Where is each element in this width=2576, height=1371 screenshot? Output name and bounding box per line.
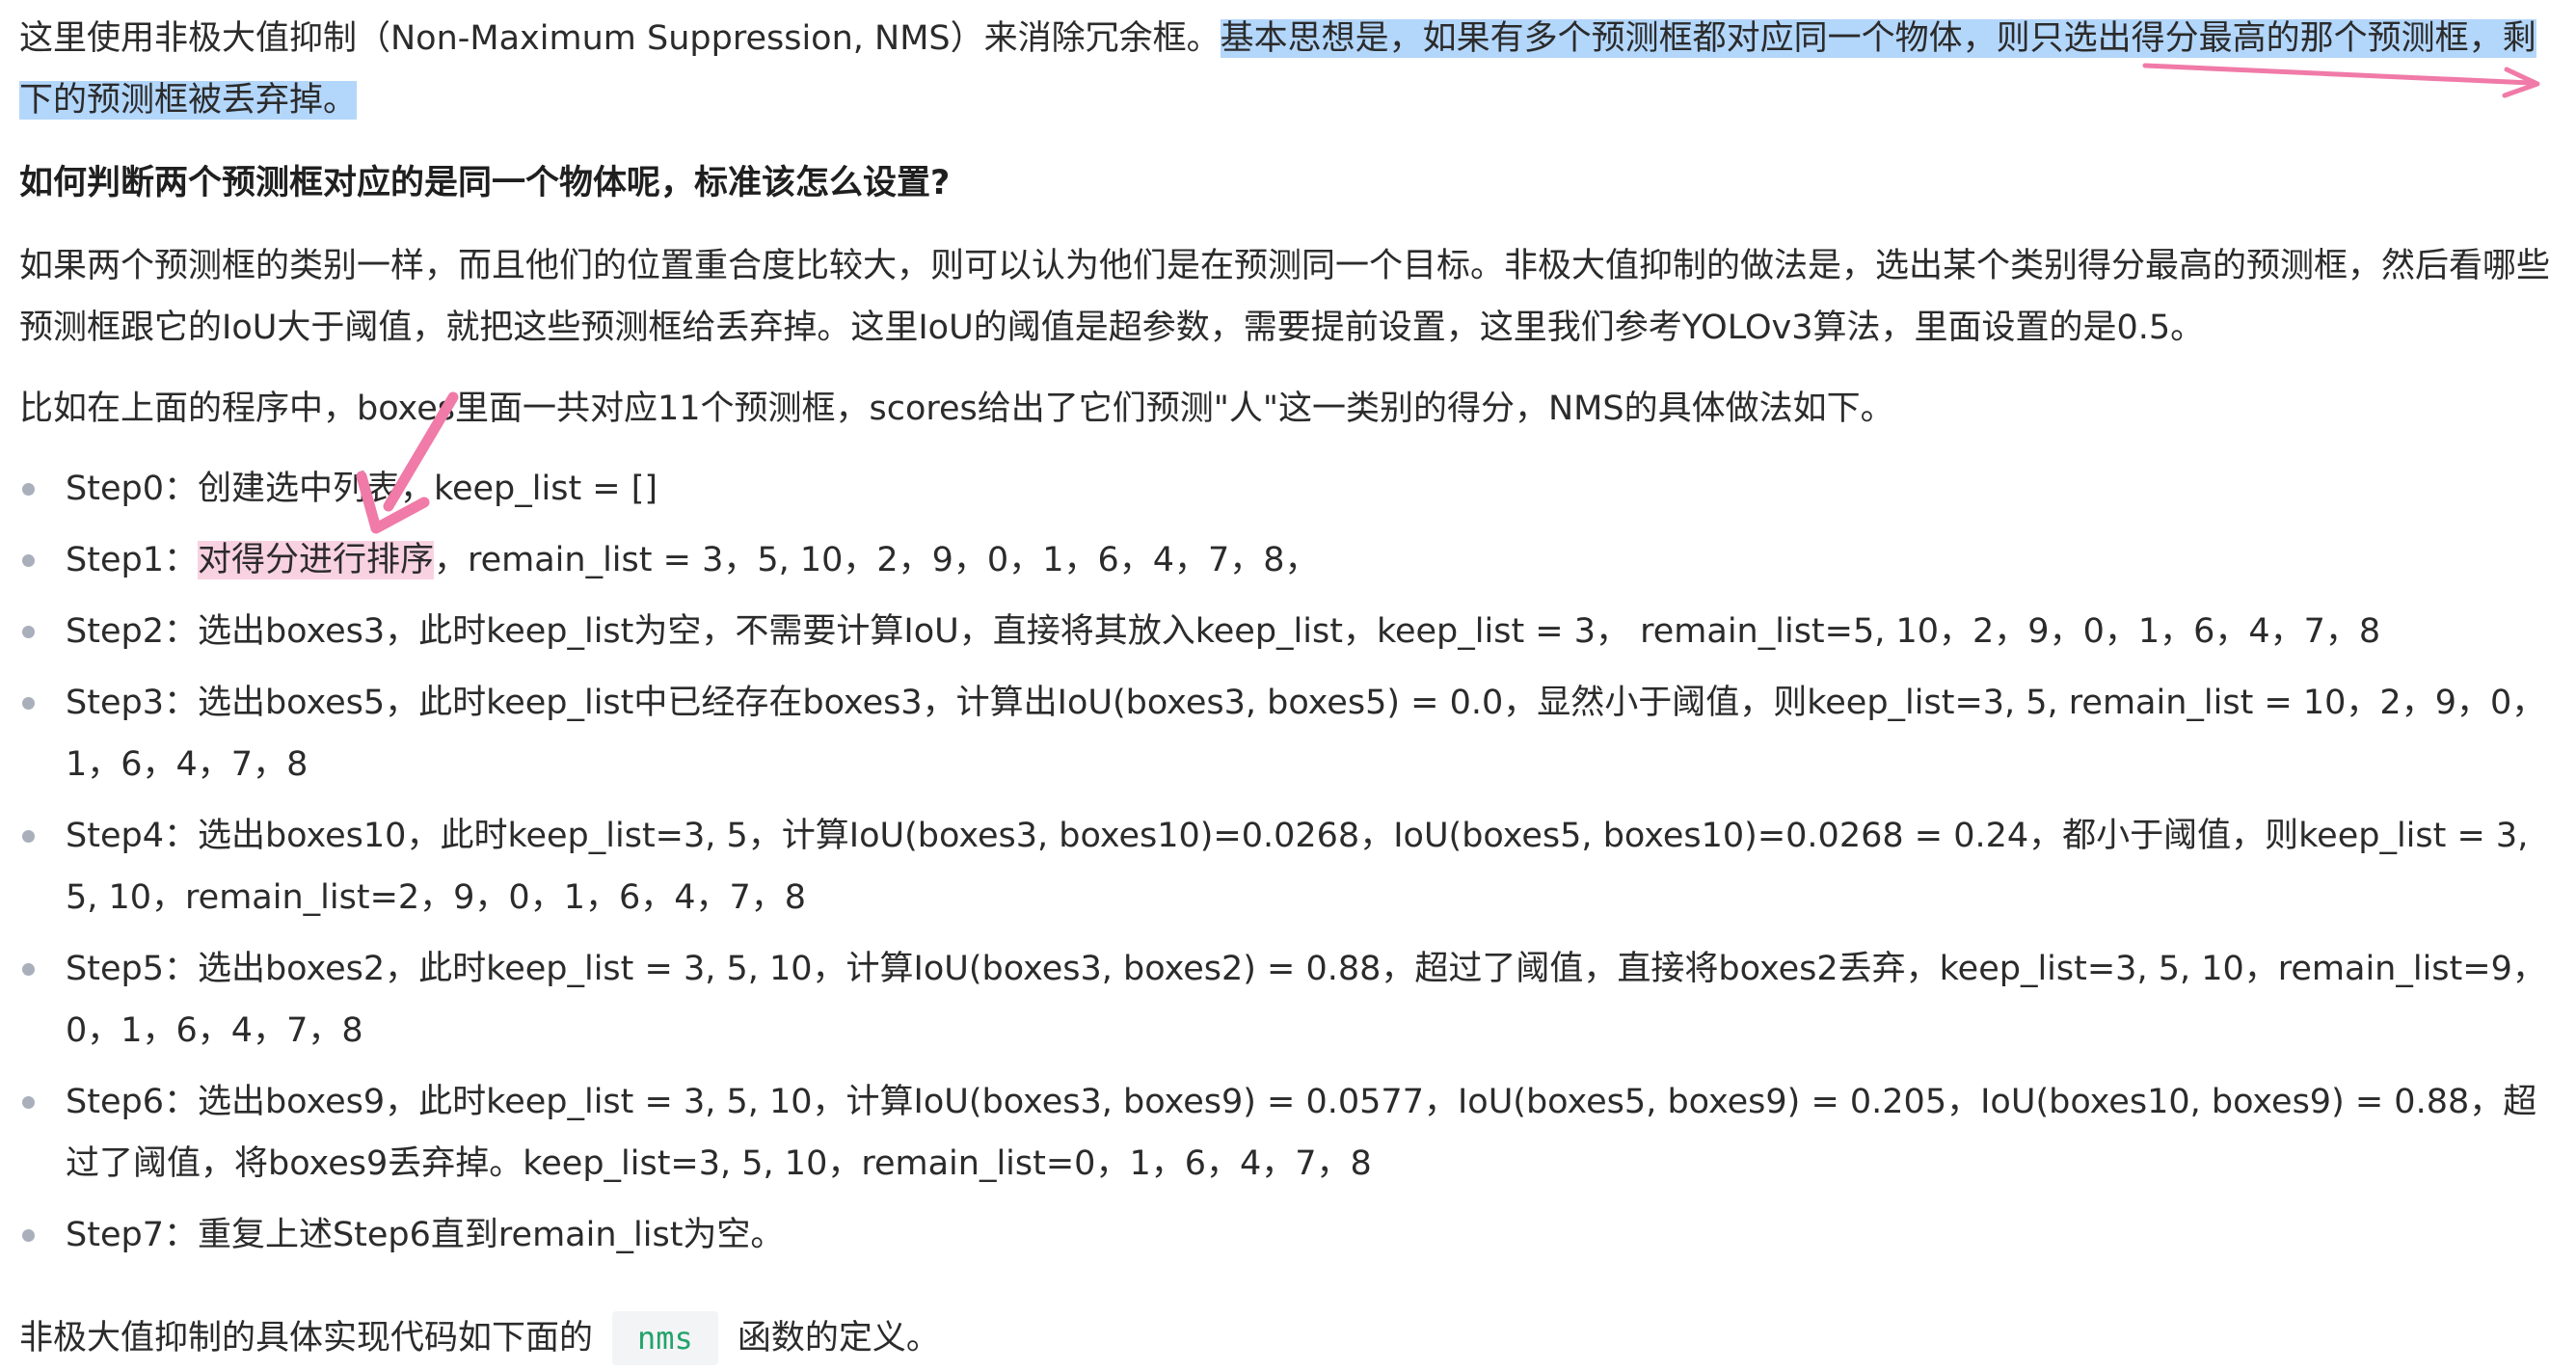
bullet-dot-icon [22, 1096, 35, 1109]
step-highlight: 对得分进行排序 [197, 541, 434, 579]
step-text: Step5：选出boxes2，此时keep_list = 3, 5, 10，计算… [66, 950, 2546, 1050]
step-text: Step1：对得分进行排序，remain_list = 3，5, 10，2，9，… [66, 529, 2553, 591]
step-text: Step3：选出boxes5，此时keep_list中已经存在boxes3，计算… [66, 684, 2546, 784]
footer-text-after: 函数的定义。 [737, 1319, 940, 1358]
intro-paragraph: 这里使用非极大值抑制（Non-Maximum Suppression, NMS）… [19, 8, 2555, 131]
step-text: Step4：选出boxes10，此时keep_list=3, 5，计算IoU(b… [66, 817, 2529, 917]
bullet-dot-icon [22, 483, 35, 496]
question-heading: 如何判断两个预测框对应的是同一个物体呢，标准该怎么设置? [19, 164, 951, 202]
article-content: 这里使用非极大值抑制（Non-Maximum Suppression, NMS）… [0, 0, 2576, 1371]
step-prefix: Step1： [66, 541, 198, 579]
step-text: Step2：选出boxes3，此时keep_list为空，不需要计算IoU，直接… [66, 612, 2381, 651]
intro-text: 这里使用非极大值抑制（Non-Maximum Suppression, NMS）… [19, 19, 1221, 58]
bullet-dot-icon [22, 697, 35, 710]
footer-paragraph: 非极大值抑制的具体实现代码如下面的 nms 函数的定义。 [19, 1307, 2555, 1369]
inline-code: nms [612, 1311, 718, 1365]
step-suffix: ，remain_list = 3，5, 10，2，9，0，1，6，4，7，8， [433, 541, 1319, 579]
explanation-paragraph: 如果两个预测框的类别一样，而且他们的位置重合度比较大，则可以认为他们是在预测同一… [19, 247, 2551, 347]
step-text: Step0：创建选中列表，keep_list = [] [66, 470, 658, 508]
footer-text-before: 非极大值抑制的具体实现代码如下面的 [19, 1319, 594, 1358]
bullet-dot-icon [22, 626, 35, 638]
bullet-dot-icon [22, 963, 35, 976]
bullet-dot-icon [22, 830, 35, 843]
example-intro-paragraph: 比如在上面的程序中，boxes里面一共对应11个预测框，scores给出了它们预… [19, 390, 1894, 428]
step-text: Step6：选出boxes9，此时keep_list = 3, 5, 10，计算… [66, 1083, 2537, 1183]
bullet-dot-icon [22, 554, 35, 567]
bullet-dot-icon [22, 1229, 35, 1242]
step-text: Step7：重复上述Step6直到remain_list为空。 [66, 1216, 785, 1254]
